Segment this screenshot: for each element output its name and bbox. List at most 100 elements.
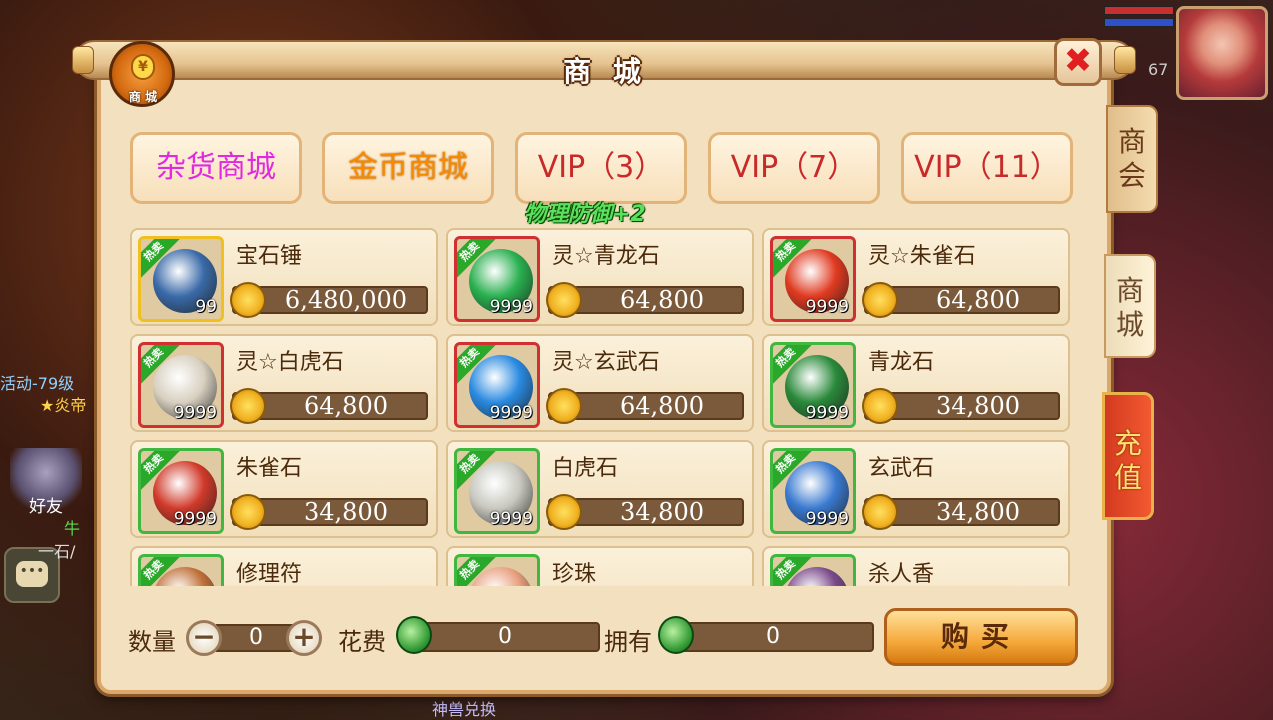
owned-label: 拥有 [604,628,652,656]
item-name: 玄武石 [868,456,935,481]
item-slot[interactable]: 热卖 99 [138,236,224,322]
gold-coin-icon [546,494,582,530]
category-vip11[interactable]: VIP（11） [901,132,1073,204]
item-price-value: 34,800 [304,498,388,526]
item-slot[interactable]: 热卖 9999 [770,236,856,322]
player-level: 67 [1148,60,1169,79]
item-price: 34,800 [230,494,428,530]
item-name: 白虎石 [552,456,619,481]
item-quantity: 99 [195,297,217,317]
item-slot[interactable]: 热卖 [138,554,224,586]
category-vip3[interactable]: VIP（3） [515,132,687,204]
item-slot[interactable]: 热卖 9999 [454,342,540,428]
item-card[interactable]: 热卖 珍珠 [446,546,754,586]
item-price: 6,480,000 [230,282,428,318]
item-price-value: 34,800 [936,392,1020,420]
item-price: 64,800 [862,282,1060,318]
owned-value: 0 [672,622,874,652]
chat-fragment-2: 一石/ [38,542,76,561]
gold-coin-icon [546,388,582,424]
cost-value: 0 [410,622,600,652]
item-name: 灵☆白虎石 [236,350,344,375]
increase-button[interactable]: + [286,620,322,656]
item-slot[interactable]: 热卖 [454,554,540,586]
item-slot[interactable]: 热卖 9999 [454,448,540,534]
stat-popup-text: 物理防御+2 [524,202,646,227]
side-tab-recharge[interactable]: 充值 [1102,392,1154,520]
side-tab-guild[interactable]: 商会 [1106,105,1158,213]
category-vip7[interactable]: VIP（7） [708,132,880,204]
item-name: 宝石锤 [236,244,303,269]
item-price-value: 34,800 [620,498,704,526]
item-price-value: 64,800 [620,392,704,420]
item-price: 64,800 [546,388,744,424]
decrease-button[interactable]: − [186,620,222,656]
item-slot[interactable]: 热卖 9999 [770,448,856,534]
jade-currency-icon [396,616,432,654]
item-card[interactable]: 热卖 99 宝石锤 6,480,000 [130,228,438,326]
event-text: 活动-79级 [0,374,75,393]
item-price: 64,800 [230,388,428,424]
item-quantity: 9999 [805,509,849,529]
item-price-value: 64,800 [304,392,388,420]
shop-icon: ¥ 商 城 [109,41,175,107]
item-card[interactable]: 热卖 9999 朱雀石 34,800 [130,440,438,538]
hp-mp-bars [1104,6,1174,36]
friends-button[interactable]: 好友 [10,448,82,518]
gold-coin-icon [862,388,898,424]
gold-coin-icon [230,388,266,424]
item-card[interactable]: 热卖 修理符 [130,546,438,586]
item-price-value: 64,800 [620,286,704,314]
gold-coin-icon [546,282,582,318]
item-name: 青龙石 [868,350,935,375]
jade-currency-icon-2 [658,616,694,654]
item-price: 34,800 [862,388,1060,424]
category-gold[interactable]: 金币商城 [322,132,494,204]
item-name: 珍珠 [552,562,597,586]
item-card[interactable]: 热卖 9999 灵☆白虎石 64,800 [130,334,438,432]
category-general[interactable]: 杂货商城 [130,132,302,204]
item-card[interactable]: 热卖 9999 青龙石 34,800 [762,334,1070,432]
bottom-fragment: 神兽兑换 [432,700,497,719]
item-name: 灵☆朱雀石 [868,244,976,269]
close-button[interactable]: ✖ [1054,38,1102,86]
cost-label: 花费 [338,628,386,656]
item-slot[interactable]: 热卖 9999 [138,342,224,428]
item-slot[interactable]: 热卖 9999 [770,342,856,428]
item-price: 34,800 [862,494,1060,530]
quantity-field[interactable]: 0 [216,624,296,652]
item-name: 灵☆玄武石 [552,350,660,375]
event-subtext: ★炎帝 [40,396,87,415]
item-price-value: 34,800 [936,498,1020,526]
item-quantity: 9999 [489,297,533,317]
item-slot[interactable]: 热卖 9999 [138,448,224,534]
gold-coin-icon [862,282,898,318]
item-price: 34,800 [546,494,744,530]
gold-coin-icon [862,494,898,530]
item-quantity: 9999 [173,403,217,423]
item-price: 64,800 [546,282,744,318]
item-name: 修理符 [236,562,303,586]
item-name: 灵☆青龙石 [552,244,660,269]
side-tab-shop[interactable]: 商城 [1104,254,1156,358]
item-name: 朱雀石 [236,456,303,481]
item-card[interactable]: 热卖 9999 灵☆青龙石 64,800 [446,228,754,326]
item-slot[interactable]: 热卖 9999 [454,236,540,322]
gold-coin-icon [230,282,266,318]
player-portrait[interactable] [1176,6,1268,100]
item-slot[interactable]: 热卖 [770,554,856,586]
item-quantity: 9999 [489,509,533,529]
chat-icon: ••• [16,561,48,587]
item-card[interactable]: 热卖 杀人香 [762,546,1070,586]
item-quantity: 9999 [489,403,533,423]
item-quantity: 9999 [805,297,849,317]
gold-coin-icon [230,494,266,530]
item-card[interactable]: 热卖 9999 灵☆朱雀石 64,800 [762,228,1070,326]
yuan-coin-icon: ¥ [131,54,155,80]
item-card[interactable]: 热卖 9999 玄武石 34,800 [762,440,1070,538]
buy-button[interactable]: 购买 [884,608,1078,666]
item-grid[interactable]: 热卖 99 宝石锤 6,480,000 热卖 9999 灵☆青龙石 64,800 热卖 9999 灵… [130,228,1074,586]
item-card[interactable]: 热卖 9999 灵☆玄武石 64,800 [446,334,754,432]
item-card[interactable]: 热卖 9999 白虎石 34,800 [446,440,754,538]
item-quantity: 9999 [805,403,849,423]
